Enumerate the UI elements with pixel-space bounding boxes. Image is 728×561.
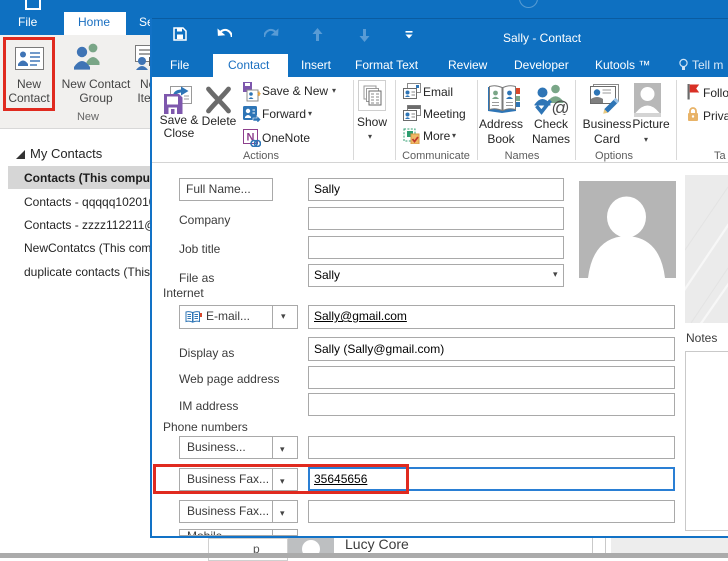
svg-text:N: N (247, 132, 255, 144)
svg-text:@: @ (551, 98, 569, 115)
